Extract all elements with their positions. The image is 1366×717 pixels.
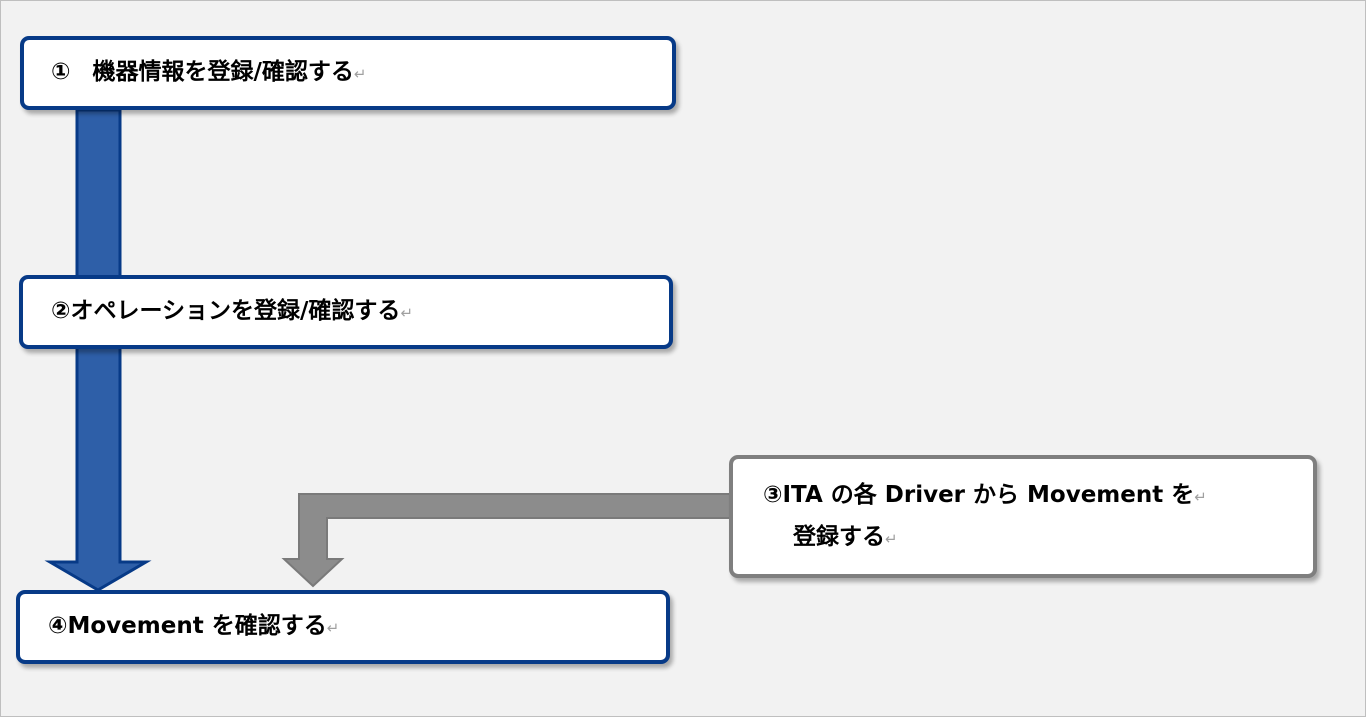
step-3-line-2: 登録する↵ <box>763 517 1313 559</box>
return-mark: ↵ <box>885 529 898 548</box>
step-3-label-line-2: 登録する <box>793 523 885 550</box>
step-3-register-movement: ③ITA の各 Driver から Movement を↵ 登録する↵ <box>729 455 1317 578</box>
step-2-number: ② <box>51 298 71 324</box>
step-1-label: 機器情報を登録/確認する <box>92 59 354 85</box>
step-4-number: ④ <box>48 613 68 639</box>
step-3-label-line-1: ITA の各 Driver から Movement を <box>782 481 1195 508</box>
step-2-label: オペレーションを登録/確認する <box>70 298 401 324</box>
secondary-flow-arrow <box>281 493 731 588</box>
return-mark: ↵ <box>400 304 414 322</box>
return-mark: ↵ <box>326 619 340 637</box>
step-3-number: ③ <box>763 481 783 508</box>
step-2-register-operation: ②オペレーションを登録/確認する↵ <box>19 275 673 349</box>
step-3-line-1: ③ITA の各 Driver から Movement を↵ <box>763 475 1313 517</box>
return-mark: ↵ <box>1194 487 1207 506</box>
step-2-text: ②オペレーションを登録/確認する↵ <box>51 291 669 333</box>
step-1-text: ① 機器情報を登録/確認する↵ <box>51 52 672 94</box>
step-1-register-device-info: ① 機器情報を登録/確認する↵ <box>20 36 676 110</box>
step-4-confirm-movement: ④Movement を確認する↵ <box>16 590 670 664</box>
step-4-text: ④Movement を確認する↵ <box>48 606 666 648</box>
step-4-label: Movement を確認する <box>67 613 327 639</box>
return-mark: ↵ <box>353 65 367 83</box>
step-1-number: ① <box>51 59 71 85</box>
primary-flow-arrow <box>44 108 152 592</box>
